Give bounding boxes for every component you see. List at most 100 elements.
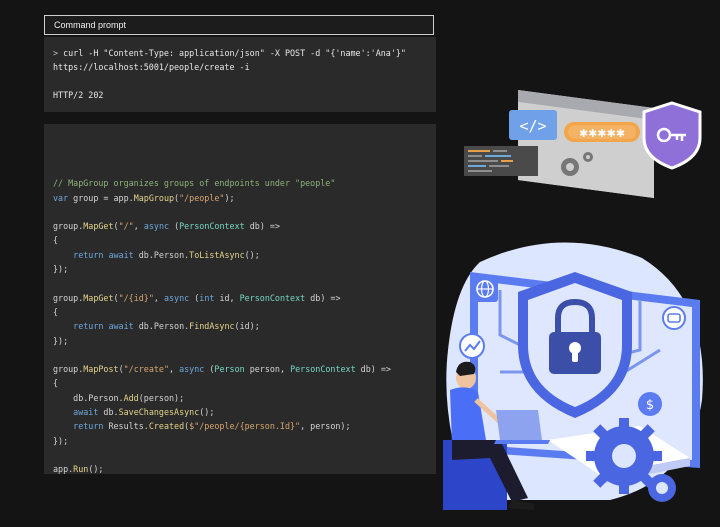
code-line: }); <box>53 434 436 448</box>
code-token: return <box>53 421 104 432</box>
code-token: await <box>53 407 99 418</box>
code-token: "/people" <box>179 192 225 203</box>
code-token: PersonContext <box>290 364 356 375</box>
code-token: }); <box>53 435 69 446</box>
code-token: { <box>53 378 59 389</box>
code-token: db) => <box>355 364 391 375</box>
code-token: db.Person. <box>133 321 190 332</box>
code-token: }); <box>53 335 69 346</box>
code-token: db.Person. <box>53 392 124 403</box>
code-line: return Results.Created($"/people/{person… <box>53 419 436 433</box>
code-token: group = app. <box>68 192 134 203</box>
command-prompt-title: Command prompt <box>44 15 434 35</box>
code-token: SaveChangesAsync <box>118 407 200 418</box>
code-token: async <box>179 364 205 375</box>
code-token: // MapGroup organizes groups of endpoint… <box>53 178 336 189</box>
code-token: (); <box>199 407 215 418</box>
code-token: , person); <box>300 421 351 432</box>
code-token: (id); <box>234 321 260 332</box>
code-token: db. <box>98 407 119 418</box>
code-token: MapGet <box>83 292 114 303</box>
code-token: db) => <box>305 292 341 303</box>
code-token: ); <box>224 192 235 203</box>
command-line-1: curl -H "Content-Type: application/json"… <box>58 48 406 58</box>
code-token: Add <box>123 392 139 403</box>
code-token: }); <box>53 264 69 275</box>
code-line: return await db.Person.FindAsync(id); <box>53 319 436 333</box>
code-line: db.Person.Add(person); <box>53 391 436 405</box>
http-response: HTTP/2 202 <box>53 90 104 100</box>
code-token: id, <box>214 292 240 303</box>
code-token: group. <box>53 221 84 232</box>
chat-icon <box>662 306 686 330</box>
globe-icon <box>472 276 498 302</box>
shield-key-icon <box>642 101 702 170</box>
command-line-2: https://localhost:5001/people/create -i <box>53 62 250 72</box>
code-token: return await <box>53 249 134 260</box>
code-line: // MapGroup organizes groups of endpoint… <box>53 176 436 190</box>
password-stars-icon: ✱✱✱✱✱ <box>564 122 640 142</box>
command-prompt-output: > curl -H "Content-Type: application/jso… <box>44 37 436 112</box>
code-line: }); <box>53 262 436 276</box>
code-line: { <box>53 233 436 247</box>
code-window <box>518 90 654 198</box>
code-token: , <box>133 221 144 232</box>
trend-chart-icon <box>459 333 485 359</box>
code-token: , <box>169 364 180 375</box>
code-token: ( <box>204 364 215 375</box>
code-token: async <box>143 221 170 232</box>
code-token: MapPost <box>83 364 119 375</box>
code-token: PersonContext <box>239 292 306 303</box>
code-line: }); <box>53 334 436 348</box>
code-line: var group = app.MapGroup("/people"); <box>53 191 436 205</box>
code-token: db.Person. <box>133 249 190 260</box>
code-token: Results. <box>103 421 149 432</box>
code-token: (); <box>244 249 260 260</box>
code-snippet-card <box>464 146 538 176</box>
code-token: "/{id}" <box>118 292 154 303</box>
code-token: app. <box>53 464 74 475</box>
code-token: db) => <box>244 221 280 232</box>
svg-text:$: $ <box>646 398 654 413</box>
code-token: int <box>199 292 215 303</box>
code-token: return await <box>53 321 134 332</box>
code-editor: // MapGroup organizes groups of endpoint… <box>44 124 436 474</box>
code-token: $"/people/{person.Id}" <box>189 421 301 432</box>
code-line: group.MapGet("/{id}", async (int id, Per… <box>53 291 436 305</box>
code-token: PersonContext <box>179 221 245 232</box>
code-token: (); <box>88 464 104 475</box>
code-token: FindAsync <box>189 321 235 332</box>
code-line: { <box>53 305 436 319</box>
code-token: { <box>53 306 59 317</box>
code-line: await db.SaveChangesAsync(); <box>53 405 436 419</box>
code-token: person, <box>244 364 291 375</box>
code-token: Person <box>214 364 245 375</box>
svg-text:</>: </> <box>519 117 546 135</box>
code-token: group. <box>53 292 84 303</box>
code-token: "/" <box>118 221 134 232</box>
security-illustration: </> ✱✱✱✱✱ $ <box>443 90 703 510</box>
dollar-icon: $ <box>638 392 662 416</box>
code-token: MapGroup <box>133 192 175 203</box>
code-token: group. <box>53 364 84 375</box>
code-line: app.Run(); <box>53 462 436 476</box>
code-token: MapGet <box>83 221 114 232</box>
code-token: async <box>163 292 190 303</box>
code-token: Created <box>148 421 185 432</box>
code-line: group.MapGet("/", async (PersonContext d… <box>53 219 436 233</box>
code-token: ( <box>169 221 180 232</box>
code-line: return await db.Person.ToListAsync(); <box>53 248 436 262</box>
code-token: , <box>153 292 164 303</box>
code-line: { <box>53 376 436 390</box>
code-line: group.MapPost("/create", async (Person p… <box>53 362 436 376</box>
code-token: (person); <box>138 392 185 403</box>
code-token: ToListAsync <box>189 249 245 260</box>
code-token: "/create" <box>123 364 169 375</box>
code-token: ( <box>189 292 200 303</box>
code-token: { <box>53 235 59 246</box>
